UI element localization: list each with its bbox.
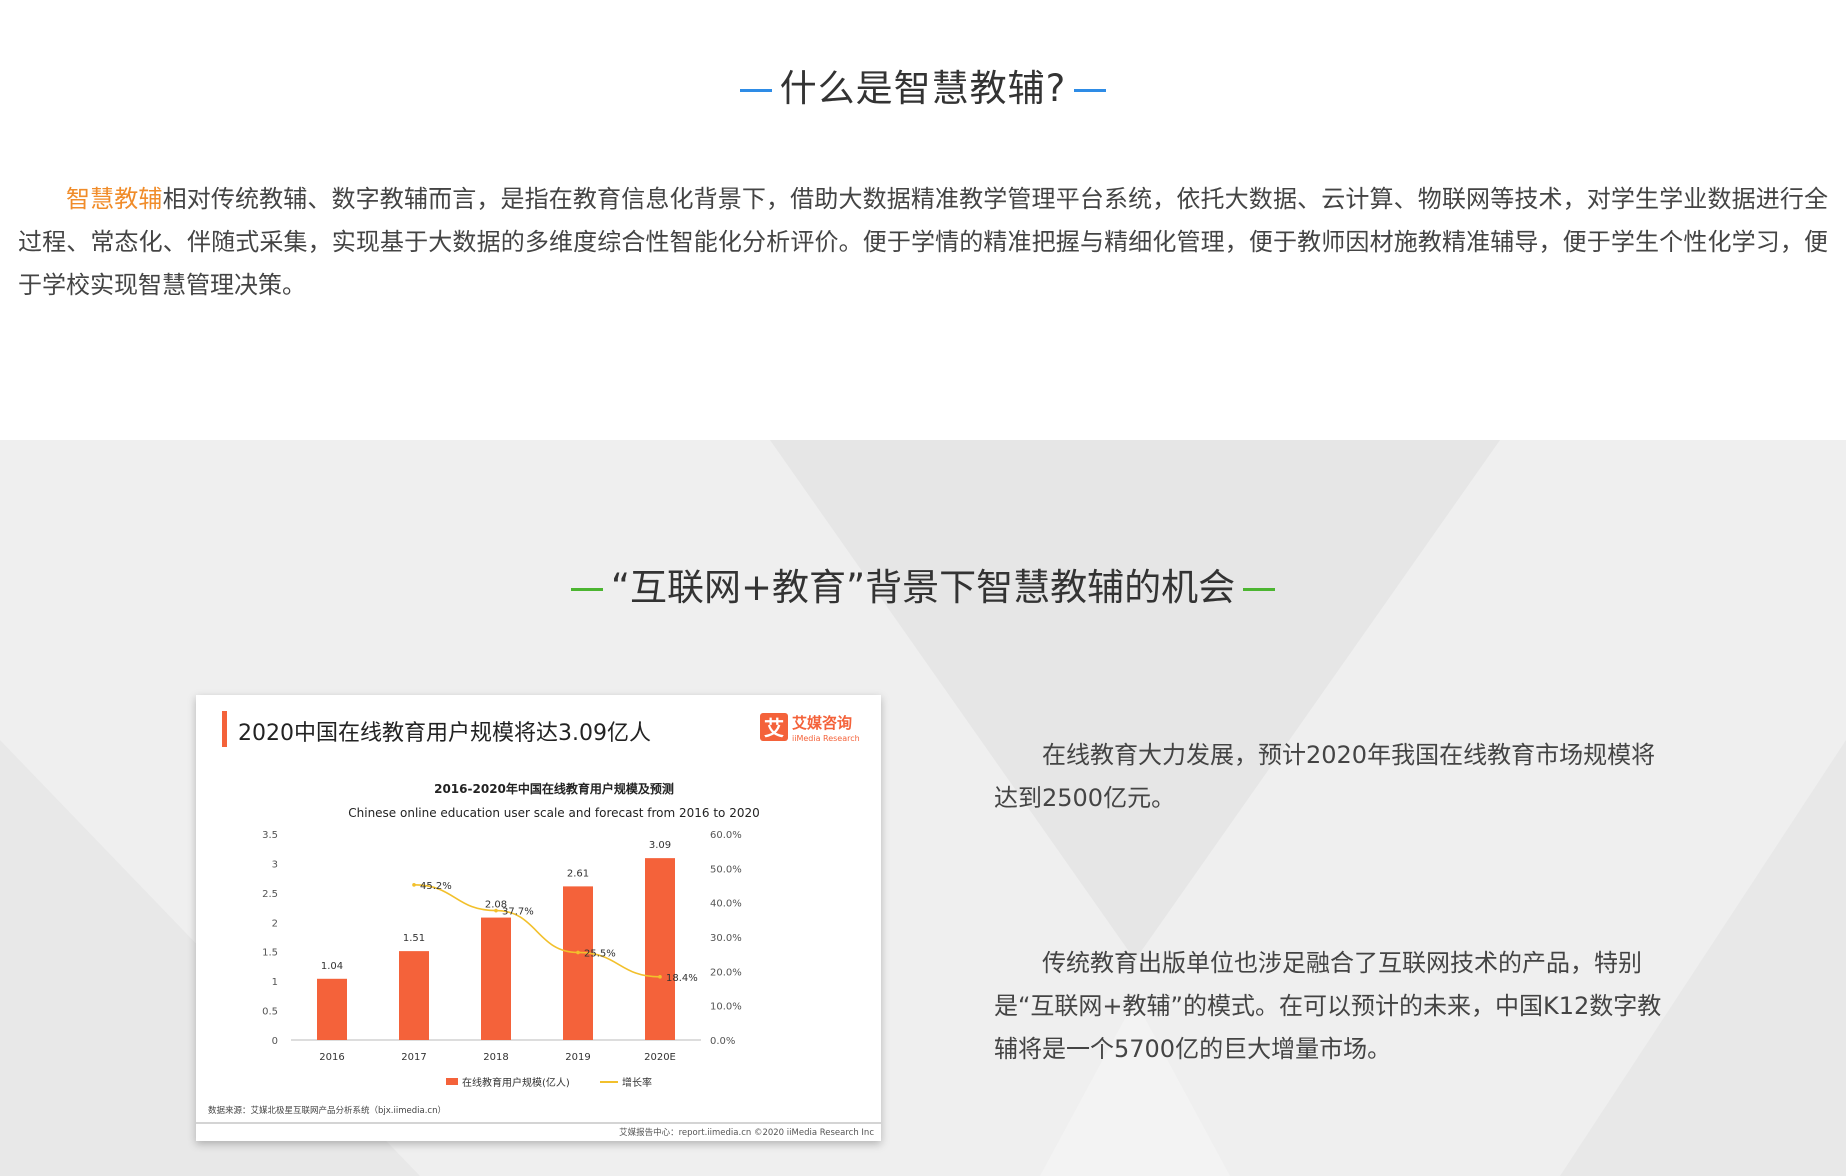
intro-highlight: 智慧教辅	[66, 185, 163, 213]
y-left-tick-label: 0	[272, 1036, 278, 1047]
logo-name-en: iiMedia Research	[792, 734, 860, 743]
intro-paragraph: 智慧教辅相对传统教辅、数字教辅而言，是指在教育信息化背景下，借助大数据精准教学管…	[18, 178, 1828, 307]
y-left-tick-label: 1	[272, 977, 278, 988]
x-tick-label: 2018	[483, 1052, 508, 1063]
bar-value-label: 1.51	[403, 933, 425, 944]
bar-value-label: 2.61	[567, 868, 589, 879]
chart-card: 2020中国在线教育用户规模将达3.09亿人 艾 艾媒咨询 iiMedia Re…	[196, 695, 881, 1141]
growth-rate-label: 37.7%	[502, 907, 534, 918]
y-left-tick-label: 2	[272, 918, 278, 929]
y-right-tick-label: 50.0%	[710, 864, 742, 875]
logo-name-cn: 艾媒咨询	[792, 714, 852, 732]
y-right-tick-label: 0.0%	[710, 1036, 735, 1047]
legend-bar-label: 在线教育用户规模(亿人)	[462, 1076, 570, 1089]
y-right-tick-label: 10.0%	[710, 1002, 742, 1013]
intro-body: 相对传统教辅、数字教辅而言，是指在教育信息化背景下，借助大数据精准教学管理平台系…	[18, 185, 1829, 299]
y-right-tick-label: 60.0%	[710, 830, 742, 841]
intro-title-row: 什么是智慧教辅?	[0, 58, 1846, 112]
bar	[645, 858, 675, 1040]
title2-dash-left	[570, 588, 603, 591]
chart-footer: 艾媒报告中心：report.iimedia.cn ©2020 iiMedia R…	[619, 1127, 874, 1138]
growth-rate-label: 18.4%	[666, 973, 698, 984]
growth-rate-point	[494, 908, 498, 913]
y-right-tick-label: 40.0%	[710, 899, 742, 910]
chart-title: 2016-2020年中国在线教育用户规模及预测	[434, 781, 674, 796]
y-left-tick-label: 3	[272, 859, 278, 870]
growth-rate-point	[412, 883, 416, 887]
intro-section: 什么是智慧教辅? 智慧教辅相对传统教辅、数字教辅而言，是指在教育信息化背景下，借…	[0, 0, 1846, 440]
bar-value-label: 3.09	[649, 840, 671, 851]
headline-accent-bar	[222, 711, 227, 747]
bar	[481, 917, 511, 1040]
y-left-tick-label: 0.5	[262, 1007, 278, 1018]
chart-headline: 2020中国在线教育用户规模将达3.09亿人	[238, 721, 651, 746]
y-left-tick-label: 1.5	[262, 948, 278, 959]
bar-value-label: 1.04	[321, 961, 343, 972]
chart-subtitle: Chinese online education user scale and …	[348, 806, 759, 820]
legend-bar-swatch	[446, 1078, 458, 1085]
opportunity-title: “互联网+教育”背景下智慧教辅的机会	[610, 566, 1236, 609]
x-tick-label: 2017	[401, 1052, 426, 1063]
growth-rate-point	[576, 950, 580, 955]
paragraph-market-size: 在线教育大力发展，预计2020年我国在线教育市场规模将达到2500亿元。	[994, 741, 1656, 812]
x-tick-label: 2016	[319, 1052, 344, 1063]
y-right-tick-label: 20.0%	[710, 967, 742, 978]
bar	[317, 978, 347, 1040]
legend-line-label: 增长率	[622, 1076, 652, 1089]
title-dash-left	[739, 89, 772, 92]
logo-mark-char: 艾	[764, 716, 784, 740]
bar	[399, 951, 429, 1040]
growth-rate-point	[658, 975, 662, 979]
x-tick-label: 2020E	[644, 1052, 676, 1063]
growth-rate-label: 25.5%	[584, 948, 616, 959]
y-right-tick-label: 30.0%	[710, 933, 742, 944]
opportunity-title-row: “互联网+教育”背景下智慧教辅的机会	[0, 557, 1846, 611]
growth-rate-line	[413, 884, 661, 978]
chart-source: 数据来源：艾媒北极星互联网产品分析系统（bjx.iimedia.cn）	[208, 1105, 446, 1116]
paragraph-k12-market: 传统教育出版单位也涉足融合了互联网技术的产品，特别是“互联网+教辅”的模式。在可…	[994, 949, 1662, 1063]
plot-area: 0 0.5 1 1.5 2 2.5 3 3.5 0.0% 10.0% 20.0% 30.0% 40.0%…	[262, 830, 742, 1063]
y-left-tick-label: 3.5	[262, 830, 278, 841]
chart-svg: 2020中国在线教育用户规模将达3.09亿人 艾 艾媒咨询 iiMedia Re…	[196, 711, 881, 1138]
bar	[563, 886, 593, 1040]
title2-dash-right	[1243, 588, 1276, 591]
intro-title: 什么是智慧教辅?	[779, 67, 1067, 110]
x-tick-label: 2019	[565, 1052, 590, 1063]
y-left-tick-label: 2.5	[262, 889, 278, 900]
growth-rate-label: 45.2%	[420, 881, 452, 892]
title-dash-right	[1074, 89, 1107, 92]
